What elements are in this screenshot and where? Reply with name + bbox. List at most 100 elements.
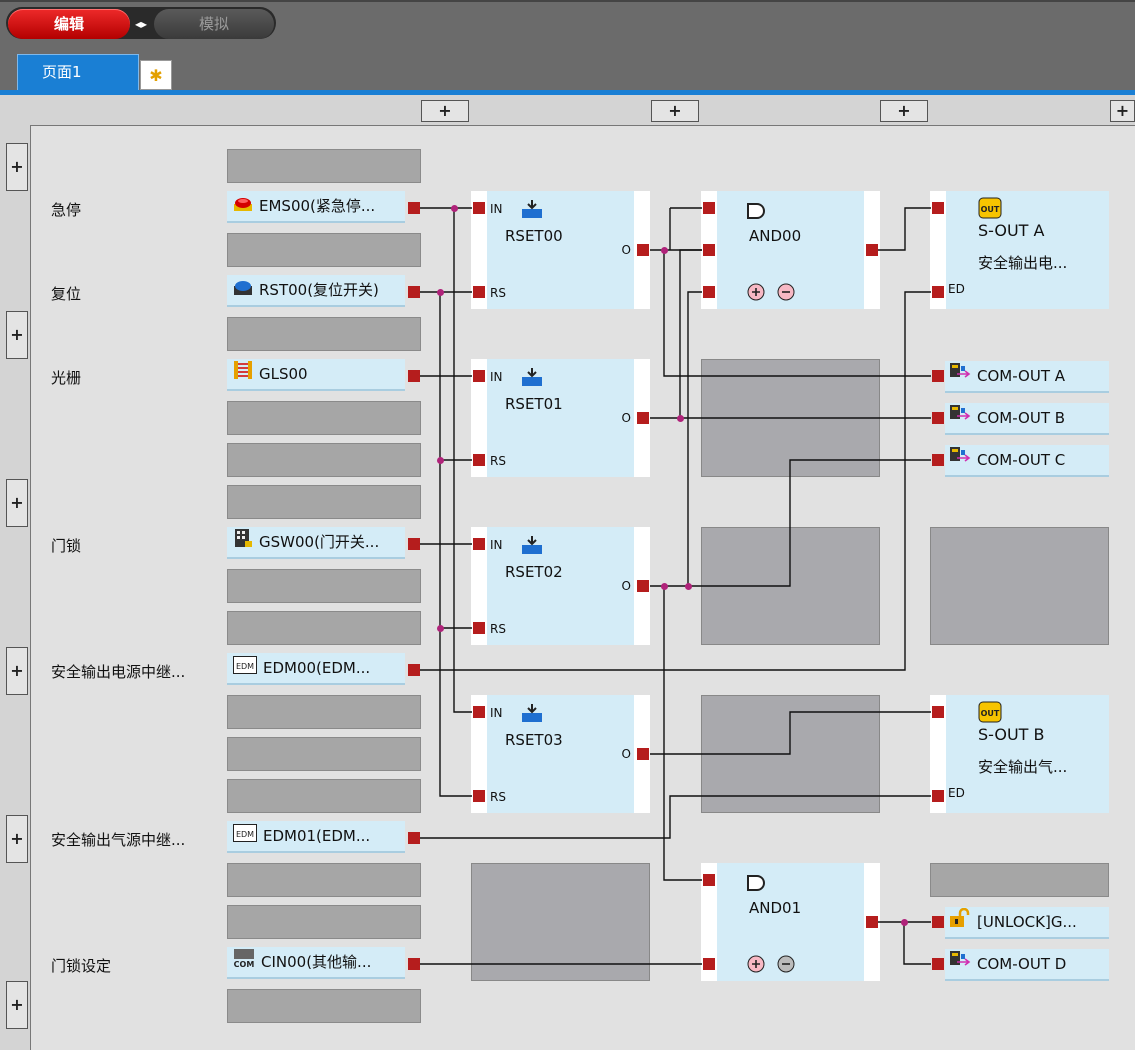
output-port[interactable] (408, 664, 420, 676)
empty-output-slot[interactable] (930, 527, 1109, 645)
add-input-icon[interactable] (747, 283, 765, 305)
input-port[interactable] (703, 244, 715, 256)
empty-input-slot[interactable] (227, 443, 421, 477)
output-port[interactable] (408, 370, 420, 382)
output-unlock[interactable]: [UNLOCK]G... (945, 907, 1109, 939)
new-page-tab-icon[interactable]: ✱ (140, 60, 172, 90)
svg-text:OUT: OUT (981, 205, 1000, 214)
input-device-ems00[interactable]: EMS00(紧急停... (227, 191, 405, 223)
add-row-button[interactable]: + (6, 981, 28, 1029)
input-port[interactable] (932, 412, 944, 424)
input-port[interactable] (473, 454, 485, 466)
add-input-icon[interactable] (747, 955, 765, 977)
output-port[interactable] (866, 244, 878, 256)
empty-function-slot[interactable] (471, 863, 650, 981)
function-block-rset01[interactable]: IN RSET01 RS O (471, 359, 650, 477)
tab-page1[interactable]: 页面1 (17, 54, 139, 92)
add-column-button[interactable]: + (880, 100, 928, 122)
row-label-emergency-stop: 急停 (51, 201, 82, 219)
empty-input-slot[interactable] (227, 317, 421, 351)
input-port[interactable] (703, 286, 715, 298)
function-block-rset02[interactable]: IN RSET02 RS O (471, 527, 650, 645)
output-port[interactable] (637, 580, 649, 592)
empty-input-slot[interactable] (227, 695, 421, 729)
input-port[interactable] (473, 202, 485, 214)
input-port[interactable] (473, 370, 485, 382)
empty-input-slot[interactable] (227, 779, 421, 813)
empty-output-slot[interactable] (930, 863, 1109, 897)
input-device-gsw00[interactable]: GSW00(门开关... (227, 527, 405, 559)
input-device-edm01[interactable]: EDM EDM01(EDM... (227, 821, 405, 853)
input-port[interactable] (932, 958, 944, 970)
empty-input-slot[interactable] (227, 401, 421, 435)
remove-input-icon[interactable] (777, 955, 795, 977)
input-port[interactable] (932, 202, 944, 214)
input-port[interactable] (473, 790, 485, 802)
empty-input-slot[interactable] (227, 611, 421, 645)
output-port[interactable] (408, 538, 420, 550)
input-device-rst00[interactable]: RST00(复位开关) (227, 275, 405, 307)
function-block-and00[interactable]: AND00 (701, 191, 880, 309)
input-port[interactable] (932, 286, 944, 298)
input-port[interactable] (932, 454, 944, 466)
output-com-out-d[interactable]: COM-OUT D (945, 949, 1109, 981)
light-curtain-icon (233, 360, 253, 390)
output-port[interactable] (637, 748, 649, 760)
remove-input-icon[interactable] (777, 283, 795, 305)
add-row-button[interactable]: + (6, 311, 28, 359)
add-row-button[interactable]: + (6, 647, 28, 695)
emergency-stop-button-icon (233, 192, 253, 222)
output-port[interactable] (408, 202, 420, 214)
add-row-button[interactable]: + (6, 815, 28, 863)
input-port[interactable] (473, 706, 485, 718)
input-port[interactable] (932, 370, 944, 382)
input-port[interactable] (473, 538, 485, 550)
output-port[interactable] (637, 412, 649, 424)
input-port[interactable] (473, 622, 485, 634)
input-port[interactable] (703, 874, 715, 886)
input-port[interactable] (932, 790, 944, 802)
input-port[interactable] (703, 958, 715, 970)
add-column-button[interactable]: + (651, 100, 699, 122)
output-com-out-c[interactable]: COM-OUT C (945, 445, 1109, 477)
input-port[interactable] (932, 916, 944, 928)
empty-input-slot[interactable] (227, 233, 421, 267)
input-device-cin00[interactable]: COM CIN00(其他输... (227, 947, 405, 979)
input-device-edm00[interactable]: EDM EDM00(EDM... (227, 653, 405, 685)
output-port[interactable] (408, 958, 420, 970)
row-label-door-lock: 门锁 (51, 537, 82, 555)
output-port[interactable] (408, 286, 420, 298)
add-row-button[interactable]: + (6, 479, 28, 527)
output-block-sout-a[interactable]: OUT S-OUT A 安全输出电... ED (930, 191, 1109, 309)
input-port[interactable] (703, 202, 715, 214)
input-port[interactable] (473, 286, 485, 298)
empty-input-slot[interactable] (227, 569, 421, 603)
edit-mode-button[interactable]: 编辑 (8, 9, 130, 39)
input-port[interactable] (932, 706, 944, 718)
safety-output-icon: OUT (978, 197, 1002, 223)
output-block-sout-b[interactable]: OUT S-OUT B 安全输出气... ED (930, 695, 1109, 813)
simulation-mode-button[interactable]: 模拟 (154, 9, 274, 39)
empty-function-slot[interactable] (701, 695, 880, 813)
function-block-rset03[interactable]: IN RSET03 RS O (471, 695, 650, 813)
add-row-button[interactable]: + (6, 143, 28, 191)
output-com-out-a[interactable]: COM-OUT A (945, 361, 1109, 393)
empty-function-slot[interactable] (701, 527, 880, 645)
output-port[interactable] (866, 916, 878, 928)
empty-input-slot[interactable] (227, 737, 421, 771)
output-port[interactable] (408, 832, 420, 844)
mode-toggle-icon[interactable]: ◂▸ (131, 15, 151, 33)
function-block-and01[interactable]: AND01 (701, 863, 880, 981)
function-block-rset00[interactable]: IN RSET00 RS O (471, 191, 650, 309)
empty-input-slot[interactable] (227, 905, 421, 939)
empty-input-slot[interactable] (227, 989, 421, 1023)
input-device-gls00[interactable]: GLS00 (227, 359, 405, 391)
empty-input-slot[interactable] (227, 485, 421, 519)
empty-input-slot[interactable] (227, 149, 421, 183)
output-port[interactable] (637, 244, 649, 256)
output-com-out-b[interactable]: COM-OUT B (945, 403, 1109, 435)
add-column-button[interactable]: + (1110, 100, 1135, 122)
empty-function-slot[interactable] (701, 359, 880, 477)
empty-input-slot[interactable] (227, 863, 421, 897)
add-column-button[interactable]: + (421, 100, 469, 122)
